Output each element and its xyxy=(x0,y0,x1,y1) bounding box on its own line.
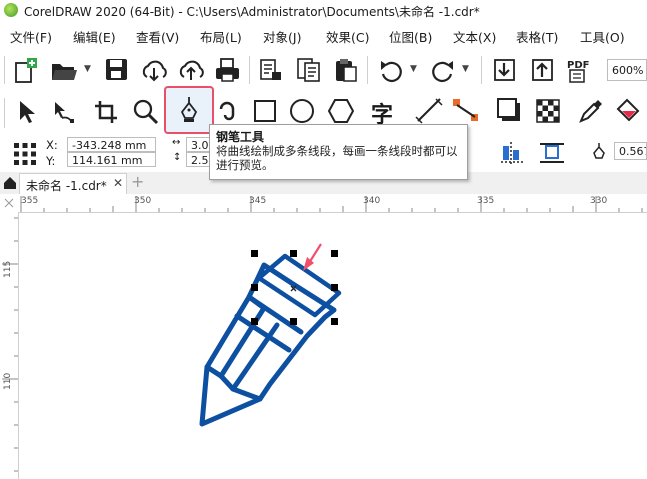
print-icon[interactable] xyxy=(214,57,242,83)
shape-tool-icon[interactable] xyxy=(50,98,78,126)
x-position-label: X: xyxy=(46,138,58,152)
publish-pdf-icon[interactable]: PDF xyxy=(566,56,594,84)
open-dropdown-icon[interactable]: ▼ xyxy=(84,64,91,74)
ruler-label: 330 xyxy=(590,196,608,206)
pen-tool-icon[interactable] xyxy=(176,95,202,125)
wrap-text-icon[interactable] xyxy=(537,140,567,166)
pencil-outline xyxy=(199,262,337,427)
pen-tool-tooltip: 钢笔工具 将曲线绘制成多条线段，每画一条线段时都可以进行预览。 xyxy=(209,124,468,180)
ruler-origin[interactable] xyxy=(0,194,18,212)
menu-file[interactable]: 文件(F) xyxy=(10,27,52,46)
home-icon[interactable] xyxy=(3,176,17,190)
clipboard-icon[interactable] xyxy=(333,57,359,83)
menu-table[interactable]: 表格(T) xyxy=(516,27,558,46)
x-position-field[interactable]: -343.248 mm xyxy=(67,137,156,152)
artistic-media-tool-icon[interactable] xyxy=(215,97,245,127)
open-folder-icon[interactable] xyxy=(50,58,78,84)
selection-handle xyxy=(251,284,258,291)
tooltip-title: 钢笔工具 xyxy=(216,130,265,144)
menu-text[interactable]: 文本(X) xyxy=(453,27,496,46)
coreldraw-logo-icon xyxy=(4,3,18,17)
y-position-label: Y: xyxy=(46,154,56,168)
interactive-fill-tool-icon[interactable] xyxy=(614,97,644,125)
title-bar: CorelDRAW 2020 (64-Bit) - C:\Users\Admin… xyxy=(0,0,647,22)
pick-tool-icon[interactable] xyxy=(14,98,38,126)
selection-handle xyxy=(331,284,338,291)
ruler-label: 345 xyxy=(249,196,267,206)
export-icon[interactable] xyxy=(296,57,322,83)
ruler-label: 355 xyxy=(21,196,39,206)
ruler-label: 340 xyxy=(363,196,381,206)
redo-icon[interactable] xyxy=(428,58,456,84)
new-document-icon[interactable] xyxy=(12,57,40,85)
connector-tool-icon[interactable] xyxy=(451,97,481,125)
document-tab-label: 未命名 -1.cdr* xyxy=(26,179,107,193)
ruler-label: 110 xyxy=(3,372,13,390)
height-icon: ↕ xyxy=(173,152,182,163)
toolbar-separator xyxy=(249,56,250,84)
menu-effects[interactable]: 效果(C) xyxy=(326,27,369,46)
toolbar-separator xyxy=(367,56,368,84)
transparency-tool-icon[interactable] xyxy=(535,98,561,124)
export-arrow-icon[interactable] xyxy=(530,57,556,83)
object-origin-icon[interactable] xyxy=(12,141,38,167)
redo-dropdown-icon[interactable]: ▼ xyxy=(462,64,469,74)
drop-shadow-tool-icon[interactable] xyxy=(496,97,524,125)
selection-handle xyxy=(251,318,258,325)
menu-object[interactable]: 对象(J) xyxy=(263,27,301,46)
selection-handle xyxy=(331,318,338,325)
menu-edit[interactable]: 编辑(E) xyxy=(73,27,116,46)
window-title: CorelDRAW 2020 (64-Bit) - C:\Users\Admin… xyxy=(24,5,480,19)
pencil-tip-edge xyxy=(204,364,263,402)
zoom-tool-icon[interactable] xyxy=(131,97,161,127)
ruler-label: 350 xyxy=(134,196,152,206)
crop-tool-icon[interactable] xyxy=(92,98,120,126)
toolbar-grip xyxy=(4,56,5,84)
cloud-upload-icon[interactable] xyxy=(177,57,205,83)
ruler-label: 335 xyxy=(477,196,495,206)
close-icon[interactable]: ✕ xyxy=(113,176,123,190)
save-icon[interactable] xyxy=(104,57,130,83)
horizontal-ruler[interactable]: 355 350 345 340 335 330 xyxy=(18,194,647,213)
width-icon: ↔ xyxy=(172,137,181,148)
vertical-ruler[interactable]: 115 110 xyxy=(0,212,19,479)
outline-pen-icon xyxy=(593,143,605,159)
selection-handle xyxy=(290,250,297,257)
menu-view[interactable]: 查看(V) xyxy=(136,27,179,46)
document-tab[interactable]: 未命名 -1.cdr* ✕ xyxy=(19,173,127,194)
import-icon[interactable] xyxy=(258,57,284,83)
undo-dropdown-icon[interactable]: ▼ xyxy=(410,64,417,74)
color-eyedropper-tool-icon[interactable] xyxy=(577,97,605,125)
undo-icon[interactable] xyxy=(378,58,406,84)
cloud-download-icon[interactable] xyxy=(140,57,168,83)
ellipse-tool-icon[interactable] xyxy=(288,97,316,125)
menu-tools[interactable]: 工具(O) xyxy=(580,27,625,46)
add-tab-button[interactable]: + xyxy=(131,174,144,190)
parallel-dimension-tool-icon[interactable] xyxy=(414,97,444,125)
y-position-field[interactable]: 114.161 mm xyxy=(67,152,156,167)
toolbar-separator xyxy=(481,56,482,84)
menu-bitmaps[interactable]: 位图(B) xyxy=(389,27,432,46)
import-arrow-icon[interactable] xyxy=(492,57,518,83)
polygon-tool-icon[interactable] xyxy=(327,97,355,125)
zoom-level-field[interactable]: 600% xyxy=(607,59,647,81)
tooltip-description: 将曲线绘制成多条线段，每画一条线段时都可以进行预览。 xyxy=(216,144,458,172)
outline-width-field[interactable]: 0.567 xyxy=(614,142,647,160)
drawing-canvas[interactable] xyxy=(19,213,647,479)
selection-handle xyxy=(290,318,297,325)
selection-handle xyxy=(251,250,258,257)
pencil-drawing[interactable] xyxy=(19,213,647,479)
align-distribute-icon[interactable] xyxy=(499,140,527,166)
annotation-arrow-line xyxy=(308,243,322,264)
toolbox-grip xyxy=(4,98,5,128)
menu-layout[interactable]: 布局(L) xyxy=(200,27,242,46)
ruler-label: 115 xyxy=(3,260,13,278)
selection-handle xyxy=(331,250,338,257)
rectangle-tool-icon[interactable] xyxy=(252,98,278,124)
